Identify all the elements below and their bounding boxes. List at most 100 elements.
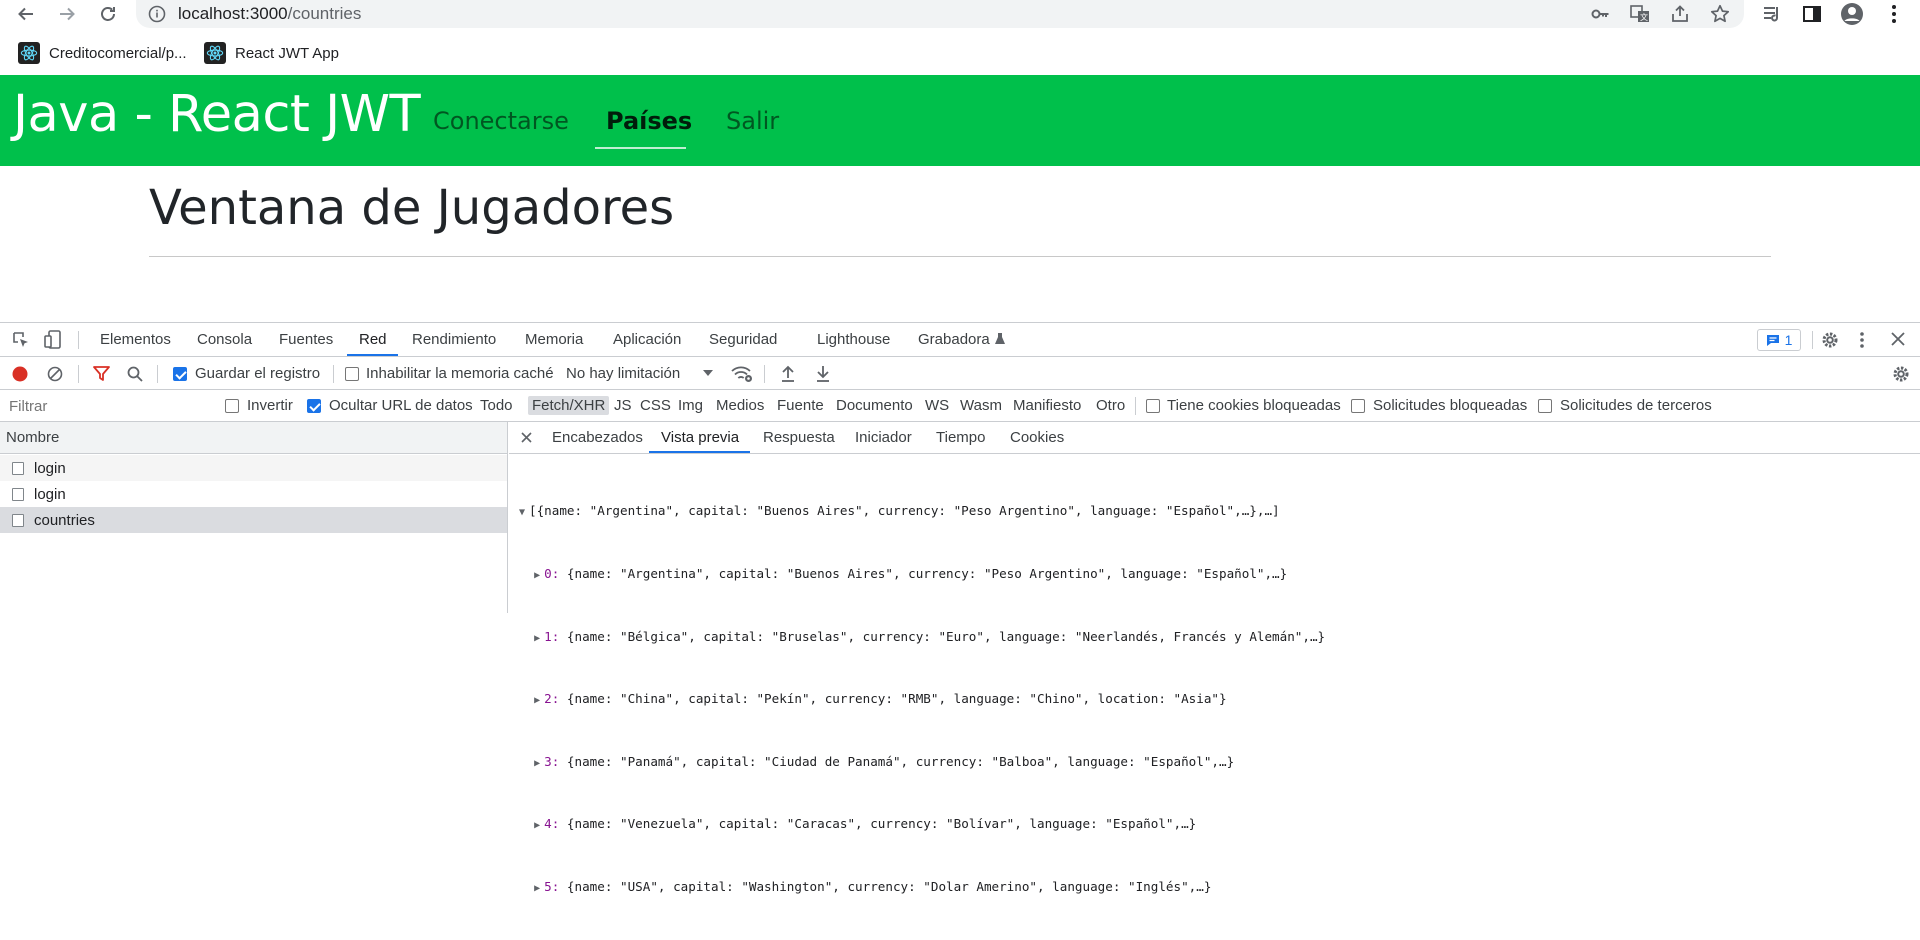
json-item-text: {name: "China", capital: "Pekín", curren… (559, 691, 1227, 707)
network-settings-gear-icon[interactable] (1892, 365, 1910, 383)
type-filter-js[interactable]: JS (614, 397, 632, 414)
tab-memoria[interactable]: Memoria (525, 331, 583, 348)
json-array-item[interactable]: ▶ 5: {name: "USA", capital: "Washington",… (519, 877, 1325, 899)
url-text[interactable]: localhost:3000/countries (178, 4, 361, 24)
nav-link-paises[interactable]: Países (606, 107, 692, 135)
reading-list-icon[interactable] (1760, 2, 1784, 26)
blocked-cookies-label: Tiene cookies bloqueadas (1167, 397, 1341, 414)
tab-grabadora[interactable]: Grabadora (918, 331, 990, 348)
json-array-item[interactable]: ▶ 1: {name: "Bélgica", capital: "Bruselas… (519, 627, 1325, 649)
svg-text:文: 文 (1640, 12, 1648, 22)
forward-button[interactable] (55, 2, 79, 26)
caret-right-icon: ▶ (534, 820, 541, 832)
preserve-log-checkbox[interactable] (173, 367, 187, 381)
request-name: login (34, 485, 66, 503)
tab-consola[interactable]: Consola (197, 331, 252, 348)
json-root-node[interactable]: ▼ [{name: "Argentina", capital: "Buenos A… (519, 501, 1325, 523)
inspect-element-icon[interactable] (12, 331, 30, 349)
tab-aplicacion[interactable]: Aplicación (613, 331, 681, 348)
bookmark-react-jwt-app[interactable]: React JWT App (204, 42, 339, 64)
share-icon[interactable] (1668, 2, 1692, 26)
tab-cookies[interactable]: Cookies (1010, 429, 1064, 446)
json-array-item[interactable]: ▶ 3: {name: "Panamá", capital: "Ciudad de… (519, 752, 1325, 774)
tab-vista-previa[interactable]: Vista previa (661, 429, 739, 446)
issues-badge[interactable]: 1 (1757, 329, 1801, 351)
type-filter-todo[interactable]: Todo (480, 397, 513, 414)
active-tab-indicator (347, 354, 398, 356)
nav-link-salir[interactable]: Salir (726, 107, 779, 135)
tab-rendimiento[interactable]: Rendimiento (412, 331, 496, 348)
filter-input[interactable] (3, 394, 211, 418)
app-brand[interactable]: Java - React JWT (13, 85, 421, 144)
request-row-selected[interactable]: countries (0, 507, 507, 533)
blocked-requests-checkbox[interactable] (1351, 399, 1365, 413)
devtools-tab-bar: Elementos Consola Fuentes Red Rendimient… (0, 323, 1920, 357)
network-conditions-icon[interactable] (731, 365, 753, 383)
chevron-down-icon[interactable] (703, 370, 713, 377)
tab-iniciador[interactable]: Iniciador (855, 429, 912, 446)
type-filter-otro[interactable]: Otro (1096, 397, 1125, 414)
tab-red[interactable]: Red (359, 331, 387, 348)
filter-icon[interactable] (93, 366, 110, 382)
json-array-item[interactable]: ▶ 2: {name: "China", capital: "Pekín", cu… (519, 689, 1325, 711)
tab-encabezados[interactable]: Encabezados (552, 429, 643, 446)
bookmark-creditocomercial[interactable]: Creditocomercial/p... (18, 42, 187, 64)
type-filter-css[interactable]: CSS (640, 397, 671, 414)
tab-tiempo[interactable]: Tiempo (936, 429, 985, 446)
json-item-text: {name: "Bélgica", capital: "Bruselas", c… (559, 628, 1326, 644)
json-array-item[interactable]: ▶ 4: {name: "Venezuela", capital: "Caraca… (519, 814, 1325, 836)
translate-icon[interactable]: 文 (1628, 2, 1652, 26)
third-party-checkbox[interactable] (1538, 399, 1552, 413)
disable-cache-checkbox[interactable] (345, 367, 359, 381)
clear-icon[interactable] (47, 366, 63, 382)
tab-elementos[interactable]: Elementos (100, 331, 171, 348)
request-row[interactable]: login (0, 455, 507, 481)
side-panel-icon[interactable] (1800, 2, 1824, 26)
request-name: countries (34, 511, 95, 529)
type-filter-manifiesto[interactable]: Manifiesto (1013, 397, 1081, 414)
type-filter-fuente[interactable]: Fuente (777, 397, 824, 414)
key-icon[interactable] (1588, 2, 1612, 26)
type-filter-documento[interactable]: Documento (836, 397, 913, 414)
menu-kebab-icon[interactable] (1882, 2, 1906, 26)
invert-checkbox[interactable] (225, 399, 239, 413)
json-item-index: 0: (544, 566, 560, 582)
settings-gear-icon[interactable] (1821, 331, 1839, 349)
message-icon (1766, 334, 1779, 346)
separator (333, 365, 334, 383)
reload-button[interactable] (96, 2, 120, 26)
type-filter-medios[interactable]: Medios (716, 397, 764, 414)
name-column-header[interactable]: Nombre (0, 422, 507, 454)
json-preview: ▼ [{name: "Argentina", capital: "Buenos A… (519, 461, 1325, 940)
profile-avatar-icon[interactable] (1840, 2, 1864, 26)
back-button[interactable] (14, 2, 38, 26)
blocked-cookies-checkbox[interactable] (1146, 399, 1160, 413)
tab-fuentes[interactable]: Fuentes (279, 331, 333, 348)
record-icon[interactable] (12, 366, 28, 382)
site-info-icon[interactable] (148, 5, 166, 23)
issues-count: 1 (1784, 332, 1793, 348)
close-detail-icon[interactable] (521, 432, 532, 443)
tab-lighthouse[interactable]: Lighthouse (817, 331, 890, 348)
json-item-index: 1: (544, 628, 560, 644)
type-filter-wasm[interactable]: Wasm (960, 397, 1002, 414)
device-toolbar-icon[interactable] (44, 330, 62, 350)
star-icon[interactable] (1708, 2, 1732, 26)
download-har-icon[interactable] (816, 365, 830, 382)
type-filter-fetch-xhr[interactable]: Fetch/XHR (528, 396, 610, 415)
search-icon[interactable] (127, 366, 143, 382)
caret-right-icon: ▶ (534, 883, 541, 895)
tab-seguridad[interactable]: Seguridad (709, 331, 777, 348)
hide-data-urls-checkbox[interactable] (307, 399, 321, 413)
nav-link-conectarse[interactable]: Conectarse (433, 107, 569, 135)
tab-respuesta[interactable]: Respuesta (763, 429, 835, 446)
type-filter-ws[interactable]: WS (925, 397, 949, 414)
request-row[interactable]: login (0, 481, 507, 507)
throttling-select[interactable]: No hay limitación (566, 365, 680, 382)
json-array-item[interactable]: ▶ 0: {name: "Argentina", capital: "Buenos… (519, 564, 1325, 586)
close-devtools-icon[interactable] (1891, 332, 1905, 346)
type-filter-img[interactable]: Img (678, 397, 703, 414)
more-options-icon[interactable] (1860, 331, 1864, 349)
upload-har-icon[interactable] (781, 365, 795, 382)
address-bar[interactable]: localhost:3000/countries 文 (136, 0, 1744, 28)
